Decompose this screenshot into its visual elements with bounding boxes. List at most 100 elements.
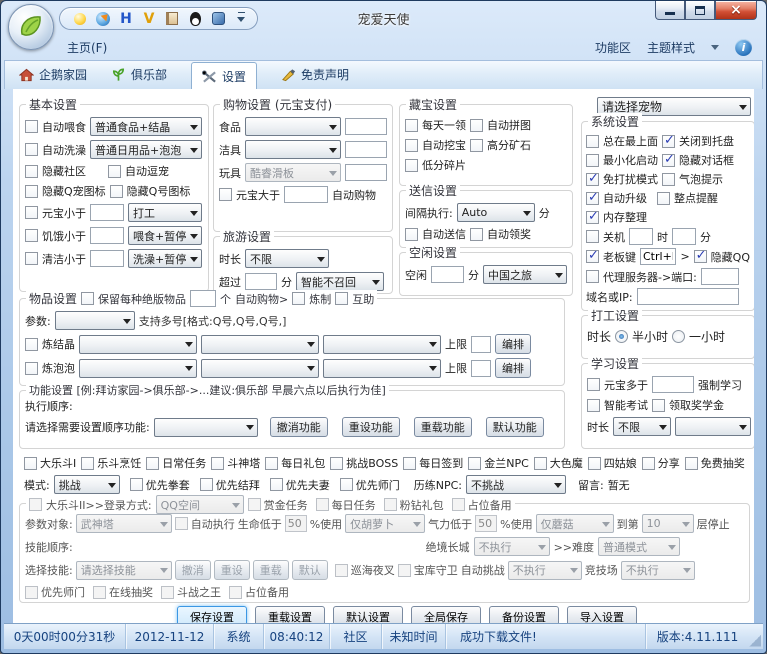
restore-button[interactable] [685,1,715,20]
checkbox[interactable] [211,456,225,470]
proxy-checkbox[interactable] [586,270,599,283]
checkbox[interactable] [383,498,397,511]
param-dropdown[interactable] [54,311,135,330]
hide-qq-icon-checkbox[interactable] [109,184,123,198]
checkbox[interactable] [269,478,283,491]
dld2-extra-checkbox-item[interactable]: 在线抽奖 [93,584,153,600]
yuanbao-below-input[interactable] [90,204,124,221]
checkbox[interactable] [25,585,38,599]
dld2-extra-checkbox-item[interactable]: 优先师门 [25,584,85,600]
dnd-checkbox[interactable] [586,171,599,186]
hour-remind-checkbox[interactable] [657,191,670,205]
difficulty-dropdown[interactable]: 普通模式 [598,537,680,556]
close-to-tray-checkbox[interactable] [662,133,675,148]
hunger-below-input[interactable] [90,227,124,244]
toy-qty-input[interactable] [345,164,387,181]
checkbox[interactable] [24,456,37,470]
topmost-checkbox[interactable] [586,134,599,148]
checkbox[interactable] [330,456,344,470]
skill-reset-button[interactable]: 重设 [213,560,250,580]
checkbox[interactable] [339,478,353,491]
auto-bath-checkbox[interactable] [25,143,38,156]
tab-penguin-home[interactable]: 企鹅家园 [19,66,87,89]
checkbox[interactable] [468,456,482,470]
life-threshold-input[interactable] [284,515,307,532]
checkbox[interactable] [587,456,601,470]
tab-disclaimer[interactable]: 免责声明 [281,66,349,89]
checkbox[interactable] [315,498,329,511]
clean-below-checkbox[interactable] [25,252,38,265]
hunger-below-checkbox[interactable] [25,229,38,242]
dld2-extra-checkbox-item[interactable]: 斗战之王 [161,584,221,600]
checkbox[interactable] [247,498,261,511]
checkbox[interactable] [93,585,106,599]
energy-threshold-input[interactable] [475,515,498,532]
bottom-button[interactable]: 全局保存 [411,606,481,623]
feature-checkbox-item[interactable]: 分享 [641,455,680,471]
auto-send-checkbox[interactable] [405,227,418,241]
checkbox[interactable] [199,478,213,491]
priority-checkbox-item[interactable]: 优先师门 [339,477,400,493]
high-ore-checkbox[interactable] [470,138,483,152]
auto-feed-checkbox[interactable] [25,120,38,133]
auto-exec-checkbox[interactable] [174,517,188,530]
mail-interval-dropdown[interactable]: Auto [456,203,535,222]
dld2-task-checkbox-item[interactable]: 每日任务 [315,497,376,513]
study-duration-dropdown[interactable]: 不限 [613,417,671,436]
feature-checkbox-item[interactable]: 大乐斗I [24,455,76,471]
auto-play-checkbox[interactable] [108,164,121,178]
keep-rare-checkbox[interactable] [81,292,95,305]
priority-checkbox-item[interactable]: 优先夫妻 [269,477,330,493]
hide-qpet-icon-checkbox[interactable] [25,184,38,198]
npc-dropdown[interactable]: 不挑战 [465,475,566,494]
boss-key-input[interactable] [640,248,677,265]
vault-guard-checkbox[interactable] [397,563,411,577]
dld2-task-checkbox-item[interactable]: 粉钻礼包 [383,497,444,513]
hunger-action-dropdown[interactable]: 喂食+暂停 [128,226,202,245]
study-yuanbao-checkbox[interactable] [587,378,600,391]
clean-action-dropdown[interactable]: 洗澡+暂停 [128,249,202,268]
checkbox[interactable] [129,478,143,491]
auto-dig-checkbox[interactable] [405,138,418,152]
yuanbao-above-checkbox[interactable] [219,188,232,201]
hide-community-checkbox[interactable] [25,164,38,178]
close-button[interactable]: × [715,1,757,20]
clean-below-input[interactable] [90,250,124,267]
cleaning-dropdown[interactable] [245,140,341,159]
auto-puzzle-checkbox[interactable] [470,118,483,132]
food-dropdown[interactable] [245,117,341,136]
login-mode-dropdown[interactable]: QQ空间 [155,495,244,514]
menu-ribbon[interactable]: 功能区 [595,39,631,56]
priority-checkbox-item[interactable]: 优先结拜 [199,477,260,493]
info-icon[interactable]: i [735,38,752,56]
wall-dropdown[interactable]: 不执行 [473,537,550,556]
bubble-limit-input[interactable] [471,359,491,377]
idle-action-dropdown[interactable]: 中国之旅 [483,265,567,284]
keep-rare-count-input[interactable] [190,290,217,307]
bottom-button[interactable]: 保存设置 [177,606,247,623]
bath-item-dropdown[interactable]: 普通日用品+泡泡 [90,140,202,159]
bubble-dropdown-2[interactable] [201,358,319,378]
dld2-task-checkbox-item[interactable]: 占位备用 [451,497,512,513]
feature-checkbox-item[interactable]: 日常任务 [146,455,206,471]
refine-crystal-checkbox[interactable] [25,337,38,351]
dld2-extra-checkbox-item[interactable]: 占位备用 [229,584,289,600]
yuanbao-above-input[interactable] [284,186,328,203]
checkbox[interactable] [533,456,547,470]
bubble-arrange-button[interactable]: 编排 [495,358,531,378]
crystal-limit-input[interactable] [471,335,491,353]
checkbox[interactable] [146,456,160,470]
checkbox[interactable] [81,456,95,470]
theme-dropdown-icon[interactable] [711,44,719,54]
energy-item-dropdown[interactable]: 仅蘑菇 [535,514,614,533]
minimized-start-checkbox[interactable] [586,153,599,167]
travel-recall-dropdown[interactable]: 智能不召回 [296,272,384,291]
hide-dialog-checkbox[interactable] [662,152,675,167]
checkbox[interactable] [403,456,417,470]
memory-clean-checkbox[interactable] [586,209,599,224]
tab-club[interactable]: 俱乐部 [111,66,167,89]
feed-item-dropdown[interactable]: 普通食品+结晶 [90,117,202,136]
feature-checkbox-item[interactable]: 四姑娘 [587,455,637,471]
reset-function-button[interactable]: 重设功能 [341,417,400,437]
app-logo-orb[interactable] [8,4,54,50]
